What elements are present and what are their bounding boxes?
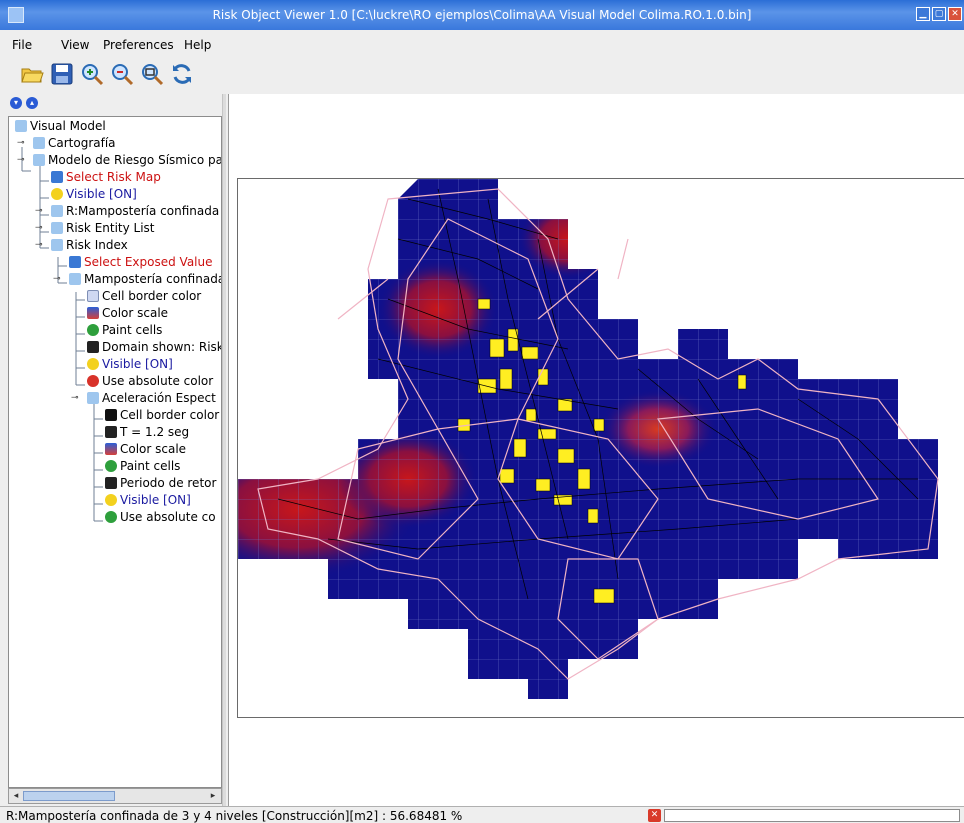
lightbulb-icon [87, 358, 99, 370]
maximize-button[interactable]: ▢ [932, 7, 946, 21]
collapse-toggle-icon[interactable]: ⊸ [35, 240, 45, 250]
model-tree: Visual Model ⊸ Cartografía ⊸ Modelo de R… [8, 116, 222, 788]
color-swatch-icon [87, 290, 99, 302]
model-tree-panel: ▾ ▴ Visual Model ⊸ Cartografía ⊸ Modelo … [8, 94, 222, 808]
scroll-left-icon[interactable]: ◂ [10, 790, 22, 802]
checkmark-icon [87, 324, 99, 336]
parameter-icon [105, 477, 117, 489]
folder-icon [87, 392, 99, 404]
no-entry-icon [87, 375, 99, 387]
save-disk-icon[interactable] [50, 62, 74, 86]
tree-node-color-scale[interactable]: Color scale [105, 442, 186, 459]
folder-icon [51, 239, 63, 251]
map-frame [237, 178, 964, 718]
progress-bar [664, 809, 960, 822]
folder-icon [15, 120, 27, 132]
app-window: Risk Object Viewer 1.0 [C:\luckre\RO eje… [0, 0, 964, 823]
tree-node-visible[interactable]: Visible [ON] [87, 357, 173, 374]
parameter-icon [87, 341, 99, 353]
zoom-fit-icon[interactable] [140, 62, 164, 86]
window-title: Risk Object Viewer 1.0 [C:\luckre\RO eje… [212, 8, 752, 22]
error-icon[interactable]: ✕ [648, 809, 661, 822]
minimize-button[interactable]: ▁ [916, 7, 930, 21]
tree-node-select-exposed-value[interactable]: Select Exposed Value [69, 255, 213, 272]
tree-node-color-scale[interactable]: Color scale [87, 306, 168, 323]
expand-toggle-icon[interactable]: ⊸ [35, 223, 45, 233]
folder-icon [51, 222, 63, 234]
tree-node-risk-model[interactable]: Modelo de Riesgo Sísmico pa [33, 153, 221, 170]
folder-icon [33, 154, 45, 166]
tree-node-period[interactable]: T = 1.2 seg [105, 425, 189, 442]
zoom-in-icon[interactable] [80, 62, 104, 86]
expand-toggle-icon[interactable]: ⊸ [17, 138, 27, 148]
pane-splitter[interactable] [222, 94, 226, 806]
status-bar: R:Mampostería confinada de 3 y 4 niveles… [0, 806, 964, 823]
lightbulb-icon [51, 188, 63, 200]
title-bar[interactable]: Risk Object Viewer 1.0 [C:\luckre\RO eje… [0, 0, 964, 30]
color-scale-icon [105, 443, 117, 455]
checkmark-icon [105, 460, 117, 472]
tree-node-mamposteria-confinada[interactable]: Mampostería confinada [69, 272, 221, 289]
menu-preferences[interactable]: Preferences [103, 38, 174, 52]
tree-node-aceleracion-espectral[interactable]: Aceleración Espect [87, 391, 216, 408]
scrollbar-thumb[interactable] [23, 791, 115, 801]
menu-help[interactable]: Help [184, 38, 211, 52]
tree-node-use-absolute-color[interactable]: Use absolute co [105, 510, 216, 527]
tree-node-risk-index[interactable]: Risk Index [51, 238, 128, 255]
tree-node-visual-model[interactable]: Visual Model [15, 119, 106, 136]
zoom-out-icon[interactable] [110, 62, 134, 86]
tree-node-visible[interactable]: Visible [ON] [105, 493, 191, 510]
toolbar [0, 58, 964, 92]
risk-cells [238, 179, 938, 699]
number-parameter-icon [105, 426, 117, 438]
tree-node-paint-cells[interactable]: Paint cells [87, 323, 162, 340]
collapse-toggle-icon[interactable]: ⊸ [71, 393, 81, 403]
expand-toggle-icon[interactable]: ⊸ [35, 206, 45, 216]
tree-node-risk-entity-list[interactable]: Risk Entity List [51, 221, 155, 238]
tree-node-r-mamposteria[interactable]: R:Mampostería confinada [51, 204, 219, 221]
tree-node-select-risk-map[interactable]: Select Risk Map [51, 170, 161, 187]
folder-icon [33, 137, 45, 149]
lightbulb-icon [105, 494, 117, 506]
selector-icon [51, 171, 63, 183]
color-scale-icon [87, 307, 99, 319]
refresh-icon[interactable] [170, 62, 194, 86]
tree-controls: ▾ ▴ [8, 94, 222, 116]
tree-node-use-absolute-color[interactable]: Use absolute color [87, 374, 213, 391]
tree-node-domain-shown[interactable]: Domain shown: Risk [87, 340, 221, 357]
folder-icon [69, 273, 81, 285]
risk-map[interactable] [238, 179, 964, 717]
tree-node-cell-border-color[interactable]: Cell border color [105, 408, 219, 425]
close-button[interactable]: ✕ [948, 7, 962, 21]
menu-file[interactable]: File [12, 38, 32, 52]
map-view [228, 94, 964, 806]
status-text: R:Mampostería confinada de 3 y 4 niveles… [6, 809, 463, 823]
tree-node-periodo-retorno[interactable]: Periodo de retor [105, 476, 216, 493]
collapse-all-icon[interactable]: ▴ [26, 97, 38, 109]
checkmark-icon [105, 511, 117, 523]
selector-icon [69, 256, 81, 268]
menu-bar: File View Preferences Help [0, 30, 964, 58]
scroll-right-icon[interactable]: ▸ [207, 790, 219, 802]
tree-node-paint-cells[interactable]: Paint cells [105, 459, 180, 476]
tree-node-cell-border-color[interactable]: Cell border color [87, 289, 201, 306]
tree-node-visible[interactable]: Visible [ON] [51, 187, 137, 204]
collapse-toggle-icon[interactable]: ⊸ [53, 274, 63, 284]
color-swatch-icon [105, 409, 117, 421]
tree-node-cartografia[interactable]: Cartografía [33, 136, 116, 153]
open-folder-icon[interactable] [20, 62, 44, 86]
tree-horizontal-scrollbar[interactable]: ◂ ▸ [8, 788, 222, 804]
menu-view[interactable]: View [61, 38, 89, 52]
folder-icon [51, 205, 63, 217]
collapse-toggle-icon[interactable]: ⊸ [17, 155, 27, 165]
expand-all-icon[interactable]: ▾ [10, 97, 22, 109]
